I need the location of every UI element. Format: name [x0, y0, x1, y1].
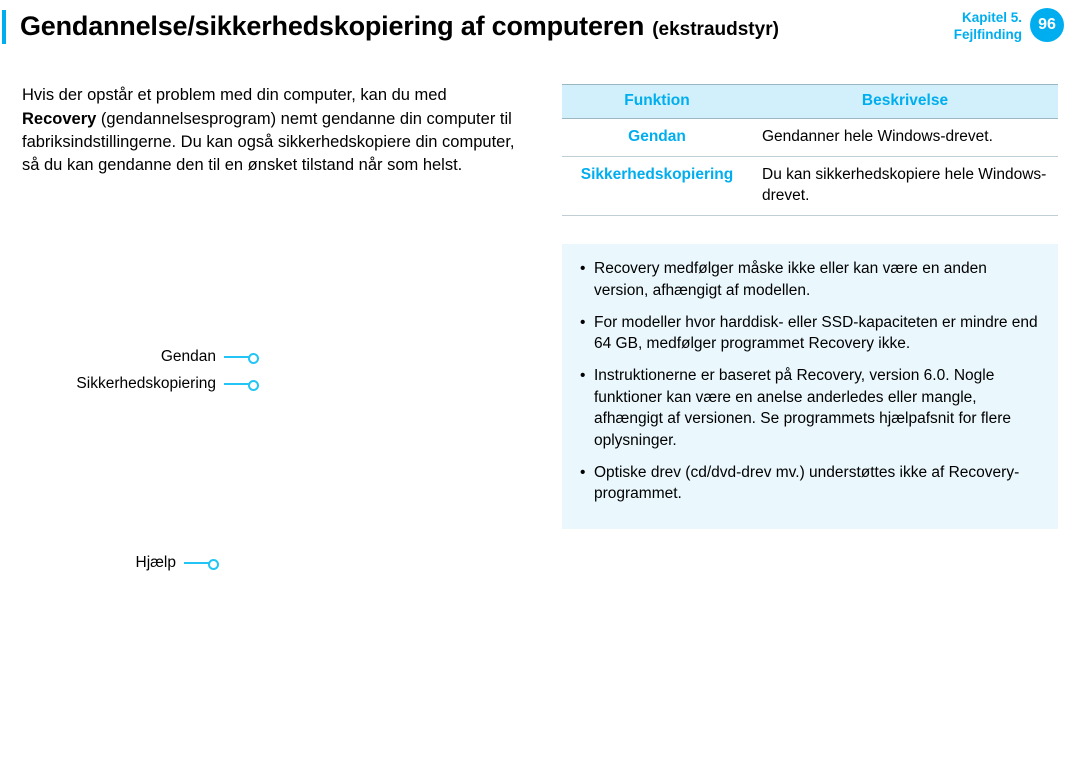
note-box: Recovery medfølger måske ikke eller kan … [562, 244, 1058, 529]
page-number-badge: 96 [1030, 8, 1064, 42]
table-cell-fn: Sikkerhedskopiering [562, 157, 752, 216]
note-item: Instruktionerne er baseret på Recovery, … [570, 365, 1040, 452]
intro-post: (gendannelsesprogram) nemt gendanne din … [22, 110, 515, 174]
leader-line-icon [224, 383, 252, 385]
diagram-label-gendan: Gendan [161, 347, 216, 368]
note-item: Optiske drev (cd/dvd-drev mv.) understøt… [570, 462, 1040, 505]
intro-pre: Hvis der opstår et problem med din compu… [22, 86, 447, 104]
header-accent [2, 10, 6, 44]
table-header-description: Beskrivelse [752, 85, 1058, 119]
table-row: Gendan Gendanner hele Windows-drevet. [562, 119, 1058, 157]
table-cell-desc: Du kan sikkerhedskopiere hele Windows-dr… [752, 157, 1058, 216]
chapter-line1: Kapitel 5. [954, 10, 1022, 27]
diagram-label-help: Hjælp [136, 553, 176, 574]
table-header-function: Funktion [562, 85, 752, 119]
intro-bold: Recovery [22, 110, 96, 128]
note-item: Recovery medfølger måske ikke eller kan … [570, 258, 1040, 301]
table-cell-desc: Gendanner hele Windows-drevet. [752, 119, 1058, 157]
table-row: Sikkerhedskopiering Du kan sikkerhedskop… [562, 157, 1058, 216]
intro-paragraph: Hvis der opstår et problem med din compu… [22, 84, 522, 176]
recovery-diagram: Gendan Sikkerhedskopiering Hjælp [22, 347, 522, 607]
page-title: Gendannelse/sikkerhedskopiering af compu… [20, 8, 644, 44]
leader-line-icon [184, 562, 212, 564]
note-item: For modeller hvor harddisk- eller SSD-ka… [570, 312, 1040, 355]
diagram-label-backup: Sikkerhedskopiering [76, 374, 216, 395]
chapter-label: Kapitel 5. Fejlfinding [954, 10, 1022, 44]
function-table: Funktion Beskrivelse Gendan Gendanner he… [562, 84, 1058, 216]
chapter-line2: Fejlfinding [954, 27, 1022, 44]
page-title-suffix: (ekstraudstyr) [652, 17, 779, 43]
leader-line-icon [224, 356, 252, 358]
table-cell-fn: Gendan [562, 119, 752, 157]
